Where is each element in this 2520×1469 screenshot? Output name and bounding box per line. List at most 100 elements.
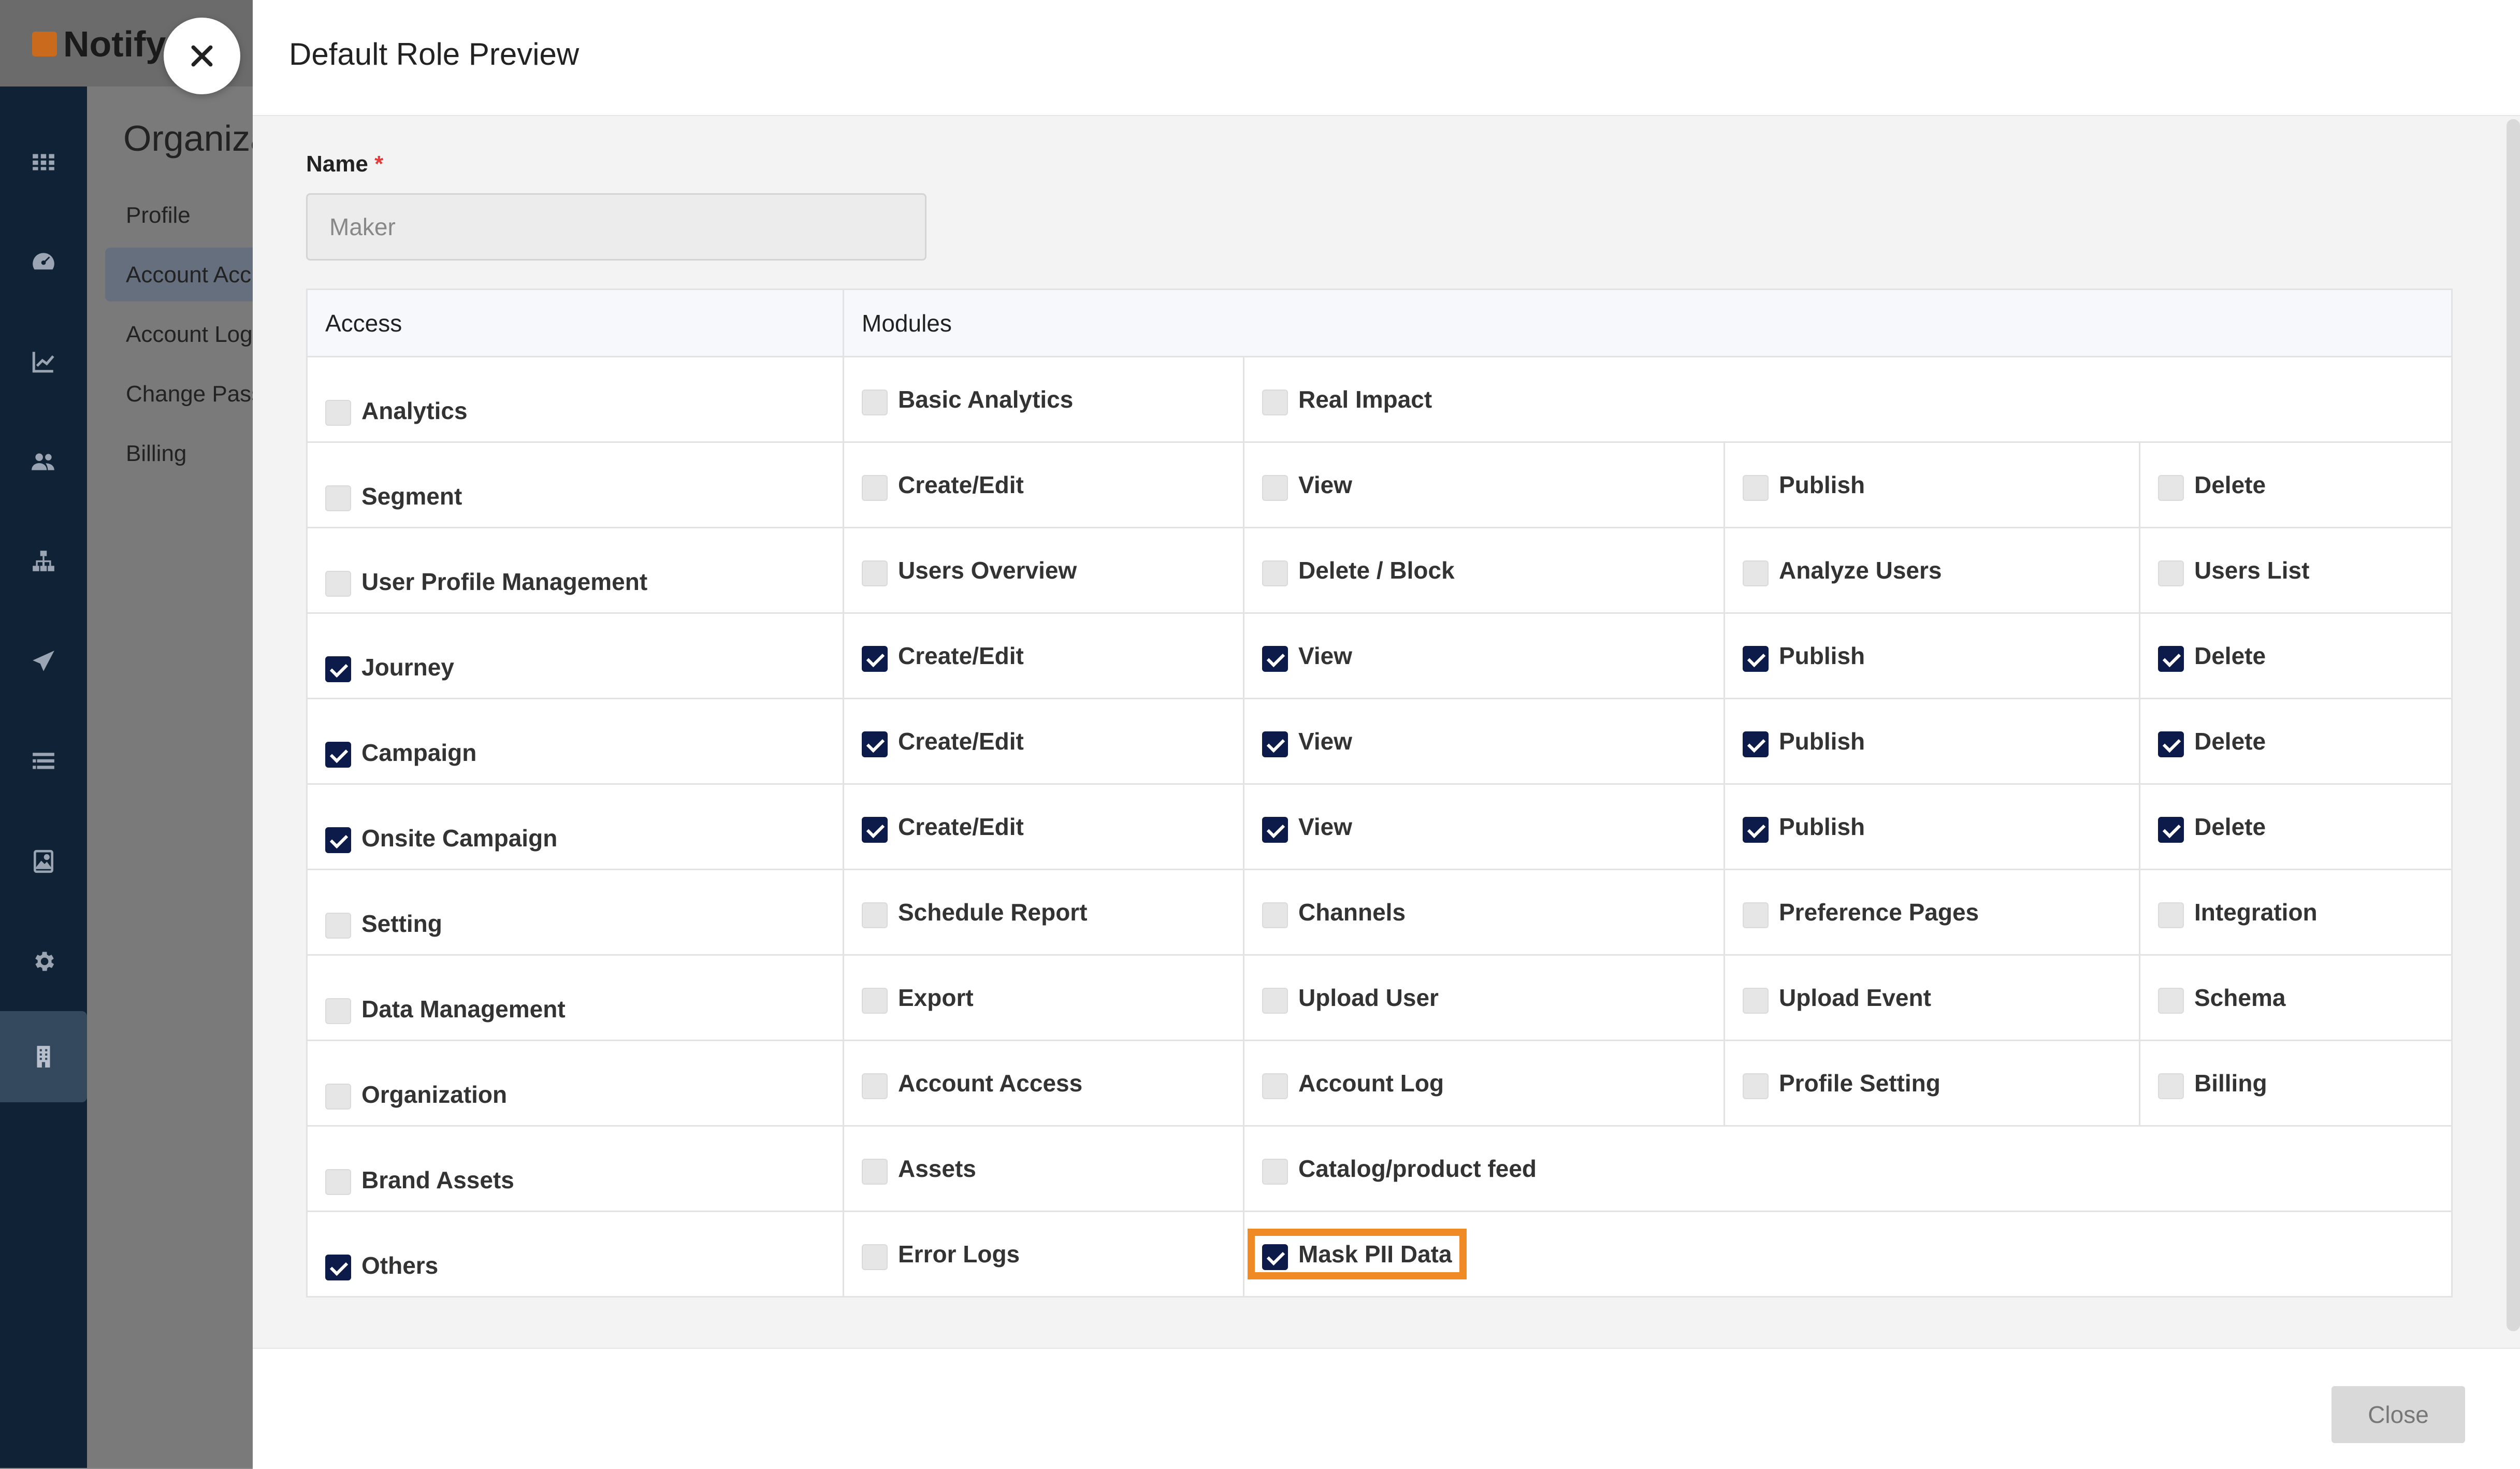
checkbox-label: Profile Setting [1779,1070,1940,1097]
subnav-item-profile[interactable]: Profile [126,203,191,228]
checkbox-checked[interactable] [1743,646,1769,672]
checkbox-unchecked[interactable] [1262,1073,1288,1099]
checkbox-unchecked[interactable] [862,1073,888,1099]
checkbox-label: Users Overview [898,557,1077,584]
checkbox-unchecked[interactable] [2158,1073,2184,1099]
hierarchy-icon[interactable] [0,523,87,600]
modal-title: Default Role Preview [289,37,580,71]
users-icon[interactable] [0,423,87,500]
checkbox-unchecked[interactable] [2158,988,2184,1014]
module-cell: Publish [1724,698,2140,785]
checkbox-unchecked[interactable] [862,560,888,586]
modal-scrollbar[interactable] [2507,119,2520,1331]
close-button[interactable]: Close [2331,1386,2465,1443]
subnav-item-change-password[interactable]: Change Pass [126,381,263,407]
chart-icon[interactable] [0,323,87,400]
list-icon[interactable] [0,723,87,800]
checkbox-unchecked[interactable] [862,475,888,501]
checkbox-unchecked[interactable] [1262,390,1288,415]
checkbox-unchecked[interactable] [325,400,351,426]
checkbox-unchecked[interactable] [2158,560,2184,586]
checkbox-unchecked[interactable] [1262,475,1288,501]
checkbox-checked[interactable] [862,817,888,843]
checkbox-unchecked[interactable] [1262,988,1288,1014]
subnav-item-account-log[interactable]: Account Log [126,322,253,348]
checkbox-label: Catalog/product feed [1298,1155,1537,1182]
close-icon [191,45,213,67]
module-cell: Publish [1724,783,2140,870]
checkbox-checked[interactable] [2158,731,2184,757]
checkbox-unchecked[interactable] [862,1159,888,1185]
module-upload-event: Upload Event [1725,984,2139,1014]
send-icon[interactable] [0,623,87,700]
checkbox-checked[interactable] [1262,646,1288,672]
checkbox-checked[interactable] [325,827,351,853]
module-catalog-product-feed: Catalog/product feed [1244,1155,2451,1185]
checkbox-unchecked[interactable] [325,1169,351,1195]
checkbox-unchecked[interactable] [1743,475,1769,501]
checkbox-checked[interactable] [325,1255,351,1280]
checkbox-checked[interactable] [1262,1244,1288,1270]
module-publish: Publish [1725,642,2139,672]
checkbox-checked[interactable] [325,742,351,768]
name-field[interactable] [306,193,926,261]
checkbox-unchecked[interactable] [1262,902,1288,928]
checkbox-checked[interactable] [1743,817,1769,843]
checkbox-checked[interactable] [862,646,888,672]
checkbox-unchecked[interactable] [1743,560,1769,586]
checkbox-checked[interactable] [1262,817,1288,843]
checkbox-checked[interactable] [1262,731,1288,757]
module-error-logs: Error Logs [844,1240,1243,1270]
checkbox-unchecked[interactable] [325,485,351,511]
module-cell: Mask PII Data [1243,1211,2453,1298]
module-analyze-users: Analyze Users [1725,556,2139,586]
checkbox-unchecked[interactable] [2158,902,2184,928]
module-schema: Schema [2140,984,2451,1014]
checkbox-checked[interactable] [325,656,351,682]
checkbox-checked[interactable] [2158,817,2184,843]
module-integration: Integration [2140,898,2451,928]
gear-icon[interactable] [0,923,87,1000]
checkbox-checked[interactable] [862,731,888,757]
checkbox-unchecked[interactable] [862,1244,888,1270]
checkbox-unchecked[interactable] [862,902,888,928]
checkbox-unchecked[interactable] [1262,1159,1288,1185]
checkbox-unchecked[interactable] [2158,475,2184,501]
checkbox-unchecked[interactable] [862,390,888,415]
subnav-item-billing[interactable]: Billing [126,441,186,467]
image-icon[interactable] [0,823,87,900]
checkbox-unchecked[interactable] [1262,560,1288,586]
checkbox-unchecked[interactable] [325,1084,351,1110]
name-label: Name * [306,151,383,177]
checkbox-unchecked[interactable] [1743,988,1769,1014]
module-delete: Delete [2140,813,2451,843]
checkbox-label: Schedule Report [898,899,1088,926]
checkbox-unchecked[interactable] [325,913,351,939]
building-icon[interactable] [0,1011,87,1102]
checkbox-checked[interactable] [1743,731,1769,757]
module-create-edit: Create/Edit [844,727,1243,757]
checkbox-checked[interactable] [2158,646,2184,672]
module-view: View [1244,642,1724,672]
checkbox-label: Delete [2194,813,2266,840]
module-view: View [1244,471,1724,501]
subnav-item-account-access[interactable]: Account Acc [126,262,251,288]
module-delete: Delete [2140,727,2451,757]
checkbox-label: Real Impact [1298,386,1432,413]
checkbox-unchecked[interactable] [1743,1073,1769,1099]
access-data-management: Data Management [308,972,843,1024]
modal-close-circle-button[interactable] [164,18,240,94]
checkbox-unchecked[interactable] [325,571,351,597]
access-cell: Brand Assets [306,1125,844,1212]
checkbox-unchecked[interactable] [1743,902,1769,928]
checkbox-unchecked[interactable] [862,988,888,1014]
dashboard-icon[interactable] [0,223,87,300]
logo-icon [32,32,57,56]
module-cell: View [1243,783,1725,870]
apps-icon[interactable] [0,123,87,200]
checkbox-label: Create/Edit [898,471,1024,498]
checkbox-label: Brand Assets [361,1166,514,1193]
checkbox-label: Account Access [898,1070,1083,1097]
module-cell: Delete / Block [1243,527,1725,614]
checkbox-unchecked[interactable] [325,998,351,1024]
